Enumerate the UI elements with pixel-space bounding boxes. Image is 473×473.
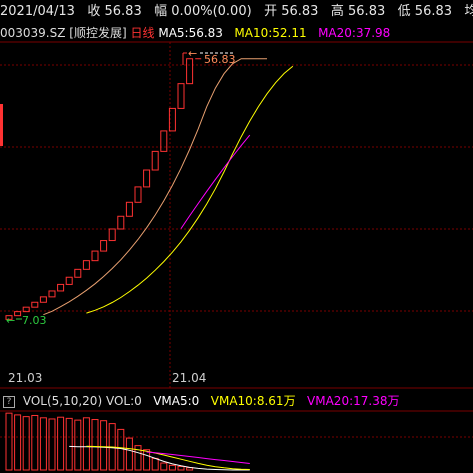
candle <box>151 150 159 171</box>
volume-bar <box>65 417 73 471</box>
low-arrow: ← <box>6 314 15 327</box>
vma10-legend: VMA10:8.61万 <box>210 394 296 408</box>
candle <box>82 260 90 270</box>
candle <box>143 169 151 188</box>
left-edge-marker <box>0 104 3 146</box>
volume-bar <box>91 419 99 471</box>
volume-bar <box>151 457 159 471</box>
candle <box>65 276 73 285</box>
volume-bar <box>117 428 125 471</box>
candle <box>160 130 168 152</box>
volume-bar <box>125 437 133 471</box>
vol-indicator-label[interactable]: VOL(5,10,20) <box>23 394 102 408</box>
volume-bar <box>177 466 185 471</box>
volume-bar <box>22 416 30 471</box>
candle <box>31 301 39 308</box>
volume-bar <box>143 449 151 471</box>
grid-lines <box>0 42 473 438</box>
ma10-line <box>86 65 294 314</box>
high-arrow: ← <box>188 47 197 60</box>
candle <box>186 58 194 85</box>
vma5-line <box>69 445 250 471</box>
candle <box>108 228 116 242</box>
vma10-line <box>86 445 250 470</box>
candle <box>14 311 22 317</box>
x-tick-label: 21.03 <box>8 371 42 385</box>
low-annotation: ← 7.03 <box>6 314 47 327</box>
candle <box>57 283 65 292</box>
volume-bar <box>39 417 47 471</box>
vma20-line <box>146 451 250 464</box>
volume-legend: ? VOL(5,10,20) VOL:0 VMA5:0 VMA10:8.61万 … <box>0 392 473 410</box>
low-mark-label: 7.03 <box>22 314 47 327</box>
candle <box>177 83 185 109</box>
ma5-line <box>43 58 267 316</box>
candle <box>91 250 99 262</box>
candle <box>100 240 108 252</box>
high-mark-label: 56.83 <box>204 53 236 66</box>
ma20-line <box>180 134 251 229</box>
x-tick-label: 21.04 <box>172 371 206 385</box>
volume-bar <box>74 419 82 471</box>
volume-bar <box>168 464 176 471</box>
vma5-legend: VMA5:0 <box>153 394 200 408</box>
candle <box>48 290 56 298</box>
candle <box>117 215 125 230</box>
vma20-legend: VMA20:17.38万 <box>307 394 400 408</box>
volume-bar <box>14 414 22 471</box>
candle <box>74 268 82 278</box>
volume-bar <box>5 412 13 471</box>
candles <box>5 58 202 320</box>
high-annotation: ← 56.83 <box>182 47 236 66</box>
help-icon[interactable]: ? <box>3 395 15 408</box>
volume-bar <box>48 418 56 471</box>
candle <box>125 201 133 217</box>
candle <box>134 186 142 203</box>
volume-bar <box>100 420 108 471</box>
frame-lines <box>0 41 473 412</box>
candle <box>39 296 47 303</box>
vol-value: VOL:0 <box>105 394 142 408</box>
volume-bar <box>82 417 90 471</box>
volume-bar <box>57 416 65 471</box>
volume-bar <box>31 414 39 471</box>
volume-bar <box>160 462 168 471</box>
volume-ma-lines <box>69 445 250 471</box>
